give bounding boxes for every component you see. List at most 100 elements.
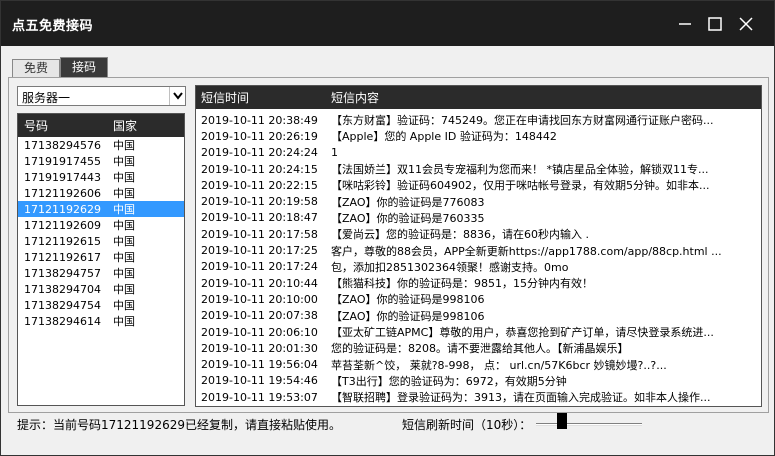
message-row[interactable]: 2019-10-11 20:22:15 【咪咕彩铃】验证码604902，仅用于咪咕… xyxy=(196,177,761,193)
message-content: 【法国娇兰】双11会员专宠福利为您而来！ *镇店星品全体验，解锁双11专... xyxy=(331,163,709,177)
phone-number: 17121192615 xyxy=(24,234,101,248)
message-content: 【亚太矿工链APMC】尊敬的用户，恭喜您抢到矿产订单，请尽快登录系统进... xyxy=(331,326,714,339)
chevron-down-icon[interactable] xyxy=(169,87,185,105)
column-header-country[interactable]: 国家 xyxy=(113,117,137,134)
number-row[interactable]: 17121192609 中国 xyxy=(18,217,184,233)
tab-bar: 免费 接码 xyxy=(12,57,109,78)
phone-number: 17138294704 xyxy=(24,282,101,296)
message-content: 包，添加扣2851302364领聚！感谢支持。0mo xyxy=(331,260,569,274)
country: 中国 xyxy=(113,315,135,328)
column-header-content[interactable]: 短信内容 xyxy=(331,89,761,106)
message-row[interactable]: 2019-10-11 19:54:46 【T3出行】您的验证码为：6972，有效期… xyxy=(196,373,761,389)
message-row[interactable]: 2019-10-11 19:56:04 苹苔荃新^饺， 莱就?8-998， 点： … xyxy=(196,356,761,372)
number-row[interactable]: 17191917443 中国 xyxy=(18,169,184,185)
tab-receive-code[interactable]: 接码 xyxy=(60,57,109,78)
number-list[interactable]: 号码 国家 17138294576 中国 17191917455 中国 17191917… xyxy=(17,113,185,406)
slider-thumb[interactable] xyxy=(557,413,567,429)
message-content: 【Apple】您的 Apple ID 验证码为：148442 xyxy=(331,130,557,144)
message-row[interactable]: 2019-10-11 20:24:24 1 xyxy=(196,145,761,161)
message-time: 2019-10-11 20:18:47 xyxy=(201,211,318,225)
message-content: 【咪咕彩铃】验证码604902，仅用于咪咕帐号登录，有效期5分钟。如非本... xyxy=(331,179,710,193)
refresh-interval-label: 短信刷新时间（10秒）： xyxy=(402,418,532,432)
number-row[interactable]: 17138294754 中国 xyxy=(18,297,184,313)
message-row[interactable]: 2019-10-11 20:06:10 【亚太矿工链APMC】尊敬的用户，恭喜您抢… xyxy=(196,324,761,340)
message-row[interactable]: 2019-10-11 20:17:58 【爱尚云】您的验证码是：8836，请在60… xyxy=(196,226,761,242)
message-time: 2019-10-11 20:10:00 xyxy=(201,292,318,306)
country: 中国 xyxy=(113,299,135,312)
country: 中国 xyxy=(113,267,135,280)
country: 中国 xyxy=(113,283,135,296)
message-time: 2019-10-11 20:24:24 xyxy=(201,146,318,160)
number-row[interactable]: 17138294576 中国 xyxy=(18,137,184,153)
number-list-header: 号码 国家 xyxy=(18,114,184,137)
maximize-button[interactable] xyxy=(700,9,730,39)
message-content: 1 xyxy=(331,146,338,160)
message-row[interactable]: 2019-10-11 20:10:44 【熊猫科技】你的验证码是：9851，15分… xyxy=(196,275,761,291)
number-row[interactable]: 17121192617 中国 xyxy=(18,249,184,265)
column-header-number[interactable]: 号码 xyxy=(18,117,113,134)
message-content: 【熊猫科技】你的验证码是：9851，15分钟内有效！ xyxy=(331,277,593,291)
phone-number: 17121192617 xyxy=(24,250,101,264)
message-row[interactable]: 2019-10-11 20:17:24 包，添加扣2851302364领聚！感谢支… xyxy=(196,259,761,275)
message-content: 【ZAO】你的验证码是998106 xyxy=(331,293,485,307)
message-time: 2019-10-11 20:26:19 xyxy=(201,129,318,143)
minimize-icon xyxy=(679,23,691,25)
message-content: 苹苔荃新^饺， 莱就?8-998， 点： url.cn/57K6bcr 妙镜妙墁… xyxy=(331,358,667,372)
message-time: 2019-10-11 19:53:07 xyxy=(201,390,318,404)
country: 中国 xyxy=(113,139,135,152)
server-select[interactable]: 服务器一 xyxy=(17,86,186,106)
number-row[interactable]: 17191917455 中国 xyxy=(18,153,184,169)
message-content: 【ZAO】你的验证码是776083 xyxy=(331,195,485,209)
server-select-value: 服务器一 xyxy=(22,91,71,105)
slider-track xyxy=(536,423,642,426)
maximize-icon xyxy=(708,17,722,31)
message-list-rows: 2019-10-11 20:38:49 【东方财富】验证码：745249。您正在申… xyxy=(196,109,761,405)
message-time: 2019-10-11 20:17:24 xyxy=(201,260,318,274)
message-content: 您的验证码是：8208。请不要泄露给其他人。【新浦晶娱乐】 xyxy=(331,342,629,356)
column-header-time[interactable]: 短信时间 xyxy=(196,89,331,106)
phone-number: 17121192609 xyxy=(24,218,101,232)
message-time: 2019-10-11 20:06:10 xyxy=(201,325,318,339)
message-time: 2019-10-11 20:17:58 xyxy=(201,227,318,241)
window-title: 点五免费接码 xyxy=(12,19,94,34)
message-row[interactable]: 2019-10-11 20:01:30 您的验证码是：8208。请不要泄露给其他人… xyxy=(196,340,761,356)
message-content: 客户，尊敬的88会员，APP全新更新https://app1788.com/ap… xyxy=(331,244,722,258)
phone-number: 17138294754 xyxy=(24,298,101,312)
phone-number: 17191917443 xyxy=(24,170,101,184)
message-time: 2019-10-11 19:56:04 xyxy=(201,358,318,372)
message-row[interactable]: 2019-10-11 20:07:38 【ZAO】你的验证码是998106 xyxy=(196,308,761,324)
message-row[interactable]: 2019-10-11 20:24:15 【法国娇兰】双11会员专宠福利为您而来！ … xyxy=(196,161,761,177)
message-time: 2019-10-11 20:07:38 xyxy=(201,309,318,323)
message-list[interactable]: 短信时间 短信内容 2019-10-11 20:38:49 【东方财富】验证码：7… xyxy=(195,85,762,407)
refresh-interval-slider[interactable] xyxy=(536,413,642,431)
status-tip: 提示：当前号码17121192629已经复制，请直接粘贴使用。 xyxy=(17,418,341,432)
number-row[interactable]: 17138294757 中国 xyxy=(18,265,184,281)
message-row[interactable]: 2019-10-11 19:53:07 【智联招聘】登录验证码为：3913，请在页… xyxy=(196,389,761,405)
message-row[interactable]: 2019-10-11 20:10:00 【ZAO】你的验证码是998106 xyxy=(196,291,761,307)
message-content: 【东方财富】验证码：745249。您正在申请找回东方财富网通行证账户密码... xyxy=(331,114,714,128)
minimize-button[interactable] xyxy=(670,9,700,39)
phone-number: 17138294614 xyxy=(24,314,101,328)
message-row[interactable]: 2019-10-11 20:19:58 【ZAO】你的验证码是776083 xyxy=(196,193,761,209)
message-time: 2019-10-11 20:22:15 xyxy=(201,178,318,192)
phone-number: 17121192606 xyxy=(24,186,101,200)
number-row[interactable]: 17121192606 中国 xyxy=(18,185,184,201)
tab-free[interactable]: 免费 xyxy=(12,59,61,78)
message-row[interactable]: 2019-10-11 20:17:25 客户，尊敬的88会员，APP全新更新htt… xyxy=(196,242,761,258)
message-row[interactable]: 2019-10-11 20:26:19 【Apple】您的 Apple ID 验证… xyxy=(196,128,761,144)
number-row[interactable]: 17138294614 中国 xyxy=(18,313,184,329)
message-row[interactable]: 2019-10-11 20:38:49 【东方财富】验证码：745249。您正在申… xyxy=(196,112,761,128)
app-window: 点五免费接码 免费 接码 服务器一 号码 国家 17138294576 中国 171… xyxy=(0,0,775,456)
number-row[interactable]: 17121192615 中国 xyxy=(18,233,184,249)
message-time: 2019-10-11 20:10:44 xyxy=(201,276,318,290)
number-list-rows: 17138294576 中国 17191917455 中国 17191917443 中国 1… xyxy=(18,137,184,329)
message-time: 2019-10-11 19:54:46 xyxy=(201,374,318,388)
close-button[interactable] xyxy=(731,9,761,39)
title-bar: 点五免费接码 xyxy=(1,1,774,46)
phone-number: 17191917455 xyxy=(24,154,101,168)
phone-number: 17121192629 xyxy=(24,202,101,216)
message-row[interactable]: 2019-10-11 20:18:47 【ZAO】你的验证码是760335 xyxy=(196,210,761,226)
country: 中国 xyxy=(113,219,135,232)
number-row[interactable]: 17121192629 中国 xyxy=(18,201,184,217)
number-row[interactable]: 17138294704 中国 xyxy=(18,281,184,297)
